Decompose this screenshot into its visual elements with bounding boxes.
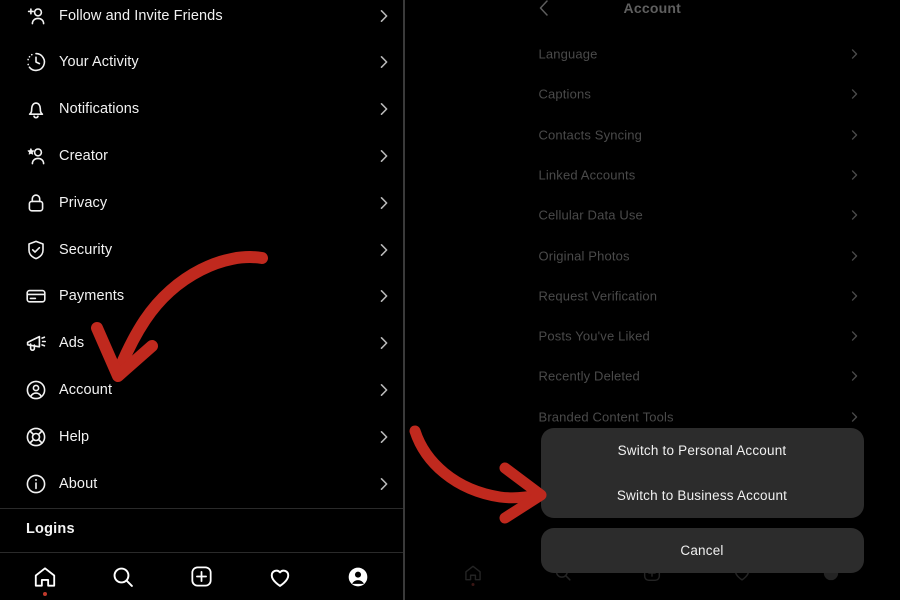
tab-search[interactable] (100, 557, 146, 597)
lock-icon (24, 191, 48, 215)
account-settings-row[interactable]: Original Photos (405, 236, 900, 276)
account-settings-row-label: Linked Accounts (538, 167, 636, 183)
settings-row-label: Help (59, 428, 90, 445)
account-settings-row[interactable]: Language (405, 34, 900, 74)
chevron-right-icon (849, 331, 860, 342)
home-active-dot (43, 591, 48, 596)
settings-row[interactable]: Follow and Invite Friends (0, 0, 403, 39)
account-settings-row-label: Language (538, 46, 598, 62)
chevron-right-icon (377, 430, 391, 444)
chevron-right-icon (849, 371, 860, 382)
settings-row[interactable]: About (0, 460, 403, 507)
settings-menu-panel: Follow and Invite Friends Your Activity … (0, 0, 403, 600)
tab-add-post[interactable] (178, 557, 224, 597)
chevron-right-icon (377, 477, 391, 491)
settings-row-label: Payments (59, 288, 125, 305)
tab-profile[interactable] (335, 557, 381, 597)
account-settings-row-label: Posts You've Liked (538, 328, 650, 344)
settings-row[interactable]: Privacy (0, 179, 403, 226)
chevron-right-icon (377, 9, 391, 23)
account-circle-icon (24, 378, 48, 402)
chevron-right-icon (377, 383, 391, 397)
chevron-right-icon (377, 336, 391, 350)
switch-to-business-account-option[interactable]: Switch to Business Account (541, 473, 864, 518)
settings-row-label: Privacy (59, 194, 108, 211)
account-settings-row-label: Recently Deleted (538, 368, 640, 384)
chevron-right-icon (849, 169, 860, 180)
account-page-title: Account (623, 0, 681, 16)
chevron-right-icon (849, 129, 860, 140)
tab-activity-heart[interactable] (257, 557, 303, 597)
bottom-tab-bar (0, 553, 403, 600)
person-star-icon (24, 144, 48, 168)
chevron-right-icon (849, 210, 860, 221)
account-settings-row[interactable]: Linked Accounts (405, 155, 900, 195)
settings-row[interactable]: Payments (0, 273, 403, 320)
account-settings-row[interactable]: Contacts Syncing (405, 115, 900, 155)
ghost-home-active-dot (471, 583, 475, 586)
settings-row-label: Notifications (59, 101, 140, 118)
settings-row-label: Follow and Invite Friends (59, 7, 223, 24)
bell-icon (24, 97, 48, 121)
account-settings-row[interactable]: Recently Deleted (405, 356, 900, 396)
switch-to-personal-account-option[interactable]: Switch to Personal Account (541, 428, 864, 473)
settings-row-label: Security (59, 241, 113, 258)
account-settings-row[interactable]: Cellular Data Use (405, 195, 900, 235)
settings-row-label: Creator (59, 147, 109, 164)
account-settings-row-label: Branded Content Tools (538, 409, 674, 425)
settings-row-label: Ads (59, 335, 85, 352)
account-settings-panel: Account Language Captions Contacts Syncing… (404, 0, 900, 600)
chevron-right-icon (377, 243, 391, 257)
chevron-right-icon (849, 250, 860, 261)
settings-row[interactable]: Your Activity (0, 39, 403, 86)
account-settings-row[interactable]: Captions (405, 74, 900, 114)
clock-activity-icon (24, 50, 48, 74)
life-ring-icon (24, 425, 48, 449)
account-header: Account (405, 0, 900, 22)
account-settings-row-label: Captions (538, 86, 592, 102)
chevron-right-icon (377, 55, 391, 69)
settings-row[interactable]: Ads (0, 320, 403, 367)
settings-row-label: Account (59, 381, 113, 398)
account-settings-row[interactable]: Request Verification (405, 276, 900, 316)
account-settings-row-label: Request Verification (538, 288, 658, 304)
screenshot-root: Follow and Invite Friends Your Activity … (0, 0, 900, 600)
settings-row[interactable]: Help (0, 413, 403, 460)
ghost-tab-home (458, 560, 488, 586)
info-circle-icon (24, 472, 48, 496)
megaphone-icon (24, 331, 48, 355)
tab-home[interactable] (22, 557, 68, 597)
credit-card-icon (24, 284, 48, 308)
logins-section-header: Logins (26, 521, 75, 537)
account-settings-row[interactable]: Posts You've Liked (405, 316, 900, 356)
chevron-right-icon (377, 289, 391, 303)
chevron-right-icon (377, 196, 391, 210)
settings-row[interactable]: Security (0, 226, 403, 273)
logins-divider-top (0, 508, 403, 509)
settings-row-label: About (59, 475, 98, 492)
chevron-right-icon (377, 102, 391, 116)
chevron-right-icon (849, 89, 860, 100)
shield-check-icon (24, 238, 48, 262)
cancel-button[interactable]: Cancel (540, 528, 864, 573)
settings-row[interactable]: Account (0, 366, 403, 413)
person-add-icon (24, 4, 48, 28)
chevron-right-icon (849, 411, 860, 422)
chevron-right-icon (849, 49, 860, 60)
settings-row[interactable]: Creator (0, 132, 403, 179)
account-settings-row-label: Original Photos (538, 248, 630, 263)
settings-row[interactable]: Notifications (0, 86, 403, 133)
account-settings-row-label: Cellular Data Use (538, 207, 643, 223)
chevron-right-icon (849, 290, 860, 301)
account-type-action-sheet: Switch to Personal Account Switch to Bus… (540, 428, 864, 518)
chevron-right-icon (377, 149, 391, 163)
account-settings-row-label: Contacts Syncing (538, 127, 643, 143)
settings-row-label: Your Activity (59, 54, 139, 71)
